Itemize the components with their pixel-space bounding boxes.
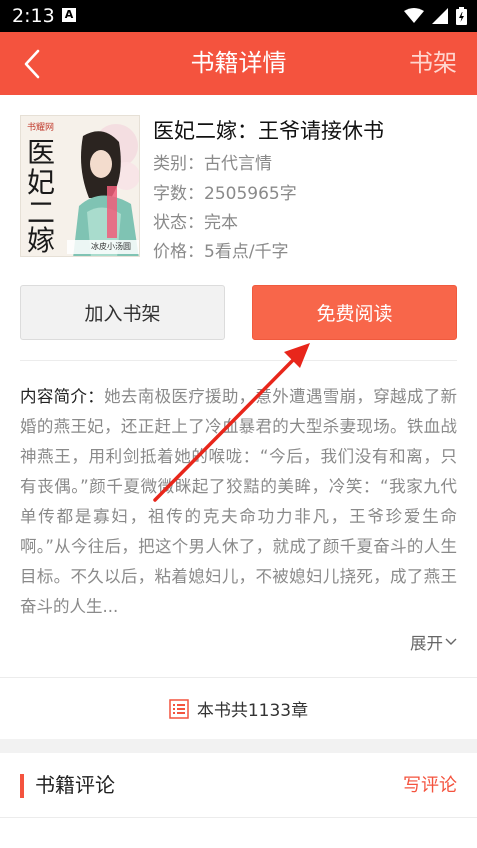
add-to-shelf-button[interactable]: 加入书架 (20, 285, 225, 340)
section-gap (0, 739, 477, 753)
battery-icon (456, 7, 467, 25)
status-time: 2:13 (12, 5, 55, 27)
divider (20, 360, 457, 361)
book-status: 状态：完本 (153, 213, 238, 233)
app-bar: 书籍详情 书架 (0, 32, 477, 95)
book-price: 价格：5看点/千字 (153, 242, 289, 262)
status-bar: 2:13 A (0, 0, 477, 32)
reviews-section: 书籍评论 写评论 (0, 753, 477, 817)
notification-a-icon: A (62, 8, 76, 22)
expand-button[interactable]: 展开 (410, 630, 457, 654)
cover-title-char: 嫁 (27, 224, 56, 257)
intro-label: 内容简介： (20, 387, 105, 406)
signal-icon (432, 8, 448, 24)
wifi-icon (404, 8, 424, 23)
chevron-left-icon (24, 49, 40, 79)
expand-label: 展开 (410, 634, 443, 653)
chevron-down-icon (445, 638, 457, 645)
bookshelf-link[interactable]: 书架 (409, 32, 457, 95)
read-free-button[interactable]: 免费阅读 (252, 285, 457, 340)
book-intro: 内容简介：她去南极医疗援助，意外遭遇雪崩，穿越成了新婚的燕王妃，还正赶上了冷血暴… (20, 382, 457, 622)
cover-title-char: 妃 (27, 166, 56, 199)
section-accent-bar (20, 774, 24, 798)
book-word-count: 字数：2505965字 (153, 184, 297, 204)
cover-author: 冰皮小汤圆 (91, 242, 131, 251)
intro-text: 她去南极医疗援助，意外遭遇雪崩，穿越成了新婚的燕王妃，还正赶上了冷血暴君的大型杀… (20, 387, 458, 616)
book-cover[interactable]: 书耀网 医 妃 二 嫁 冰皮小汤圆 (20, 115, 140, 257)
status-icons (404, 6, 467, 26)
divider (0, 817, 477, 818)
page-title: 书籍详情 (190, 49, 287, 77)
chapter-count: 本书共1133章 (196, 701, 309, 721)
cover-publisher: 书耀网 (27, 123, 55, 133)
chapter-list-button[interactable]: 本书共1133章 (0, 677, 477, 739)
cover-title-char: 医 (27, 136, 56, 169)
book-category: 类别：古代言情 (153, 154, 272, 174)
write-review-button[interactable]: 写评论 (403, 773, 457, 799)
list-icon (169, 698, 189, 719)
book-title: 医妃二嫁：王爷请接休书 (153, 119, 384, 143)
reviews-title: 书籍评论 (35, 773, 115, 797)
back-button[interactable] (14, 46, 50, 82)
